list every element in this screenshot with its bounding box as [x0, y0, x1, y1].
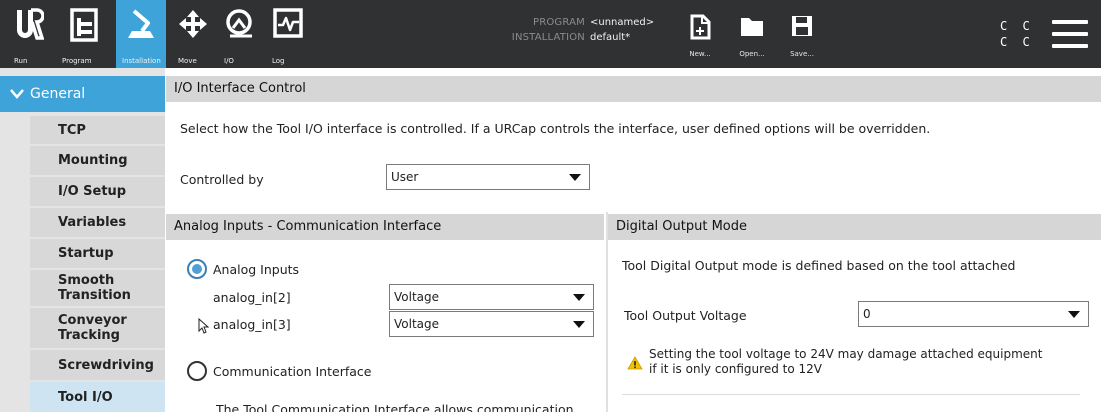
communication-interface-label: Communication Interface — [213, 364, 372, 379]
speed-line-1: C C — [1000, 19, 1034, 33]
digital-section-header: Digital Output Mode — [608, 214, 1101, 240]
tool-output-voltage-value: 0 — [863, 307, 871, 321]
nav-log-button[interactable]: Log — [266, 0, 310, 68]
nav-program-label: Program — [62, 57, 92, 65]
dropdown-arrow-icon — [569, 174, 581, 181]
dropdown-arrow-icon — [573, 294, 585, 301]
folder-icon — [728, 14, 776, 38]
move-arrows-icon — [172, 8, 214, 40]
sidebar-item-tcp[interactable]: TCP — [30, 116, 165, 146]
sidebar-item-label: Startup — [58, 246, 114, 261]
nav-installation-button[interactable]: Installation — [116, 0, 166, 68]
save-program-button[interactable]: Save... — [778, 0, 826, 68]
analog-section-header: Analog Inputs - Communication Interface — [166, 214, 604, 240]
sidebar-item-variables[interactable]: Variables — [30, 208, 165, 239]
nav-move-label: Move — [178, 57, 197, 65]
tool-output-voltage-label: Tool Output Voltage — [624, 308, 747, 323]
controlled-by-label: Controlled by — [180, 172, 264, 187]
communication-description: The Tool Communication Interface allows … — [216, 402, 574, 412]
warning-line-2: if it is only configured to 12V — [649, 362, 822, 376]
installation-key: INSTALLATION — [511, 32, 585, 43]
speed-line-2: C C — [1000, 35, 1034, 49]
hamburger-menu-icon[interactable] — [1052, 20, 1088, 50]
new-file-icon — [676, 14, 724, 40]
section-divider — [606, 212, 608, 412]
sidebar-general-label: General — [30, 86, 86, 102]
interface-description: Select how the Tool I/O interface is con… — [180, 121, 931, 136]
sidebar-item-label: TCP — [58, 122, 86, 138]
dropdown-arrow-icon — [1068, 311, 1080, 318]
log-chart-icon — [266, 8, 310, 38]
sidebar-item-label: I/O Setup — [58, 184, 127, 199]
analog-inputs-radio[interactable] — [187, 259, 207, 279]
sidebar-item-label: Mounting — [58, 153, 128, 168]
new-program-button[interactable]: New... — [676, 0, 724, 68]
sidebar-item-smooth-transition[interactable]: Smooth Transition — [30, 270, 165, 308]
speed-indicator[interactable]: C C C C — [1000, 18, 1034, 50]
chevron-down-icon — [10, 89, 24, 99]
nav-program-button[interactable]: Program — [56, 0, 112, 68]
sidebar-item-label: Variables — [58, 215, 127, 230]
nav-move-button[interactable]: Move — [172, 0, 214, 68]
sidebar-item-screwdriving[interactable]: Screwdriving — [30, 350, 165, 382]
top-bar: Run Program Installation Move I/O Log PR… — [0, 0, 1101, 68]
program-value: <unnamed> — [590, 17, 655, 28]
save-disk-icon — [778, 14, 826, 38]
analog-in2-value: Voltage — [394, 290, 440, 304]
save-label: Save... — [790, 50, 814, 58]
installation-value: default* — [590, 32, 631, 43]
polyscope-window: Run Program Installation Move I/O Log PR… — [0, 0, 1101, 412]
sidebar-general-header[interactable]: General — [0, 76, 165, 112]
page-title: I/O Interface Control — [166, 76, 1101, 102]
robot-arm-icon — [116, 8, 166, 42]
ur-logo-icon — [8, 8, 50, 42]
digital-output-description: Tool Digital Output mode is defined base… — [622, 258, 1016, 273]
sidebar-item-label: Smooth Transition — [58, 273, 131, 303]
hamburger-bar — [1052, 20, 1088, 24]
mouse-cursor-icon — [198, 318, 210, 334]
nav-run-button[interactable]: Run — [8, 0, 50, 68]
analog-in3-label: analog_in[3] — [213, 317, 291, 332]
sidebar-item-mounting[interactable]: Mounting — [30, 146, 165, 177]
analog-inputs-label: Analog Inputs — [213, 262, 300, 277]
analog-in3-select[interactable]: Voltage — [389, 311, 594, 337]
nav-installation-label: Installation — [122, 57, 161, 65]
sidebar-item-conveyor-tracking[interactable]: Conveyor Tracking — [30, 308, 165, 350]
sidebar-item-startup[interactable]: Startup — [30, 239, 165, 270]
analog-in2-select[interactable]: Voltage — [389, 284, 594, 310]
tool-output-voltage-select[interactable]: 0 — [858, 301, 1089, 327]
hamburger-bar — [1052, 44, 1088, 48]
warning-icon — [627, 356, 643, 370]
new-label: New... — [689, 50, 711, 58]
nav-log-label: Log — [272, 57, 285, 65]
analog-in3-value: Voltage — [394, 317, 440, 331]
installation-sidebar: General TCP Mounting I/O Setup Variables… — [0, 68, 165, 412]
communication-interface-radio[interactable] — [187, 361, 207, 381]
hamburger-bar — [1052, 32, 1088, 36]
warning-line-1: Setting the tool voltage to 24V may dama… — [649, 347, 1043, 361]
nav-run-label: Run — [14, 57, 28, 65]
program-icon — [56, 8, 112, 42]
open-program-button[interactable]: Open... — [728, 0, 776, 68]
sidebar-item-label: Screwdriving — [58, 357, 154, 373]
controlled-by-value: User — [391, 170, 419, 184]
dropdown-arrow-icon — [573, 321, 585, 328]
sidebar-item-io-setup[interactable]: I/O Setup — [30, 177, 165, 208]
digital-section-separator — [622, 394, 1080, 395]
analog-in2-label: analog_in[2] — [213, 290, 291, 305]
program-key: PROGRAM — [532, 17, 585, 28]
nav-io-label: I/O — [224, 57, 234, 65]
io-gauge-icon — [218, 8, 262, 40]
sidebar-item-label: Tool I/O — [58, 389, 113, 405]
controlled-by-select[interactable]: User — [386, 164, 590, 190]
nav-io-button[interactable]: I/O — [218, 0, 262, 68]
open-label: Open... — [739, 50, 765, 58]
sidebar-item-label: Conveyor Tracking — [58, 313, 127, 343]
sidebar-item-tool-io[interactable]: Tool I/O — [30, 382, 165, 412]
